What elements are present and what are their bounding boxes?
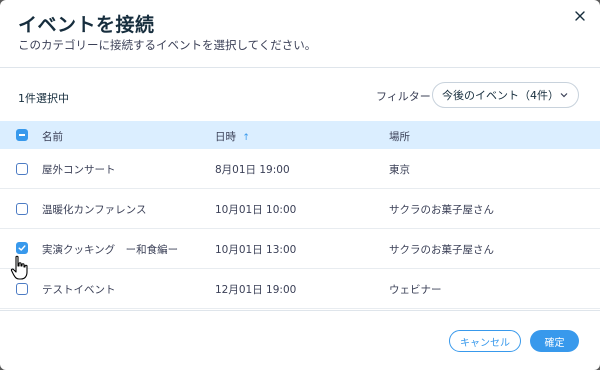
table-row[interactable]: 温暖化カンファレンス 10月01日 10:00 サクラのお菓子屋さん <box>0 189 600 229</box>
header-divider <box>0 67 600 68</box>
table-row[interactable]: テストイベント 12月01日 19:00 ウェビナー <box>0 269 600 309</box>
cancel-button[interactable]: キャンセル <box>449 330 521 352</box>
select-all-checkbox[interactable] <box>16 129 28 141</box>
column-header-datetime-label: 日時 <box>215 131 236 143</box>
event-place: 東京 <box>389 164 410 176</box>
event-name: 実演クッキング ー和食編ー <box>42 244 179 256</box>
event-datetime: 8月01日 19:00 <box>215 164 290 176</box>
filter-dropdown-value: 今後のイベント（4件） <box>442 89 559 102</box>
event-datetime: 12月01日 19:00 <box>215 284 297 296</box>
event-place: サクラのお菓子屋さん <box>389 244 494 256</box>
dialog-subtitle: このカテゴリーに接続するイベントを選択してください。 <box>18 38 317 52</box>
filter-label: フィルター <box>376 90 431 103</box>
filter-dropdown[interactable]: 今後のイベント（4件） <box>432 82 579 108</box>
close-icon <box>575 11 585 21</box>
confirm-button[interactable]: 確定 <box>530 330 579 352</box>
column-header-datetime[interactable]: 日時 ↑ <box>215 129 250 144</box>
hand-pointer-cursor-icon <box>10 255 28 280</box>
table-row[interactable]: 実演クッキング ー和食編ー 10月01日 13:00 サクラのお菓子屋さん <box>0 229 600 269</box>
event-place: ウェビナー <box>389 284 442 296</box>
row-checkbox[interactable] <box>16 242 28 254</box>
table-row[interactable]: 屋外コンサート 8月01日 19:00 東京 <box>0 149 600 189</box>
event-name: 温暖化カンファレンス <box>42 204 147 216</box>
chevron-down-icon <box>560 93 568 98</box>
table-header: 名前 日時 ↑ 場所 <box>0 121 600 149</box>
checkmark-icon <box>18 245 26 251</box>
event-datetime: 10月01日 13:00 <box>215 244 297 256</box>
column-header-place[interactable]: 場所 <box>389 129 410 144</box>
footer-divider <box>0 310 600 311</box>
event-place: サクラのお菓子屋さん <box>389 204 494 216</box>
event-datetime: 10月01日 10:00 <box>215 204 297 216</box>
column-header-name[interactable]: 名前 <box>42 129 63 144</box>
close-button[interactable] <box>570 6 590 26</box>
sort-arrow-icon: ↑ <box>242 133 250 143</box>
event-name: テストイベント <box>42 284 116 296</box>
selected-count: 1件選択中 <box>18 92 69 105</box>
event-name: 屋外コンサート <box>42 164 116 176</box>
row-checkbox[interactable] <box>16 163 28 175</box>
indeterminate-icon <box>19 134 25 136</box>
row-checkbox[interactable] <box>16 283 28 295</box>
connect-events-dialog: イベントを接続 このカテゴリーに接続するイベントを選択してください。 1件選択中… <box>0 0 600 370</box>
row-checkbox[interactable] <box>16 203 28 215</box>
dialog-title: イベントを接続 <box>18 14 155 36</box>
